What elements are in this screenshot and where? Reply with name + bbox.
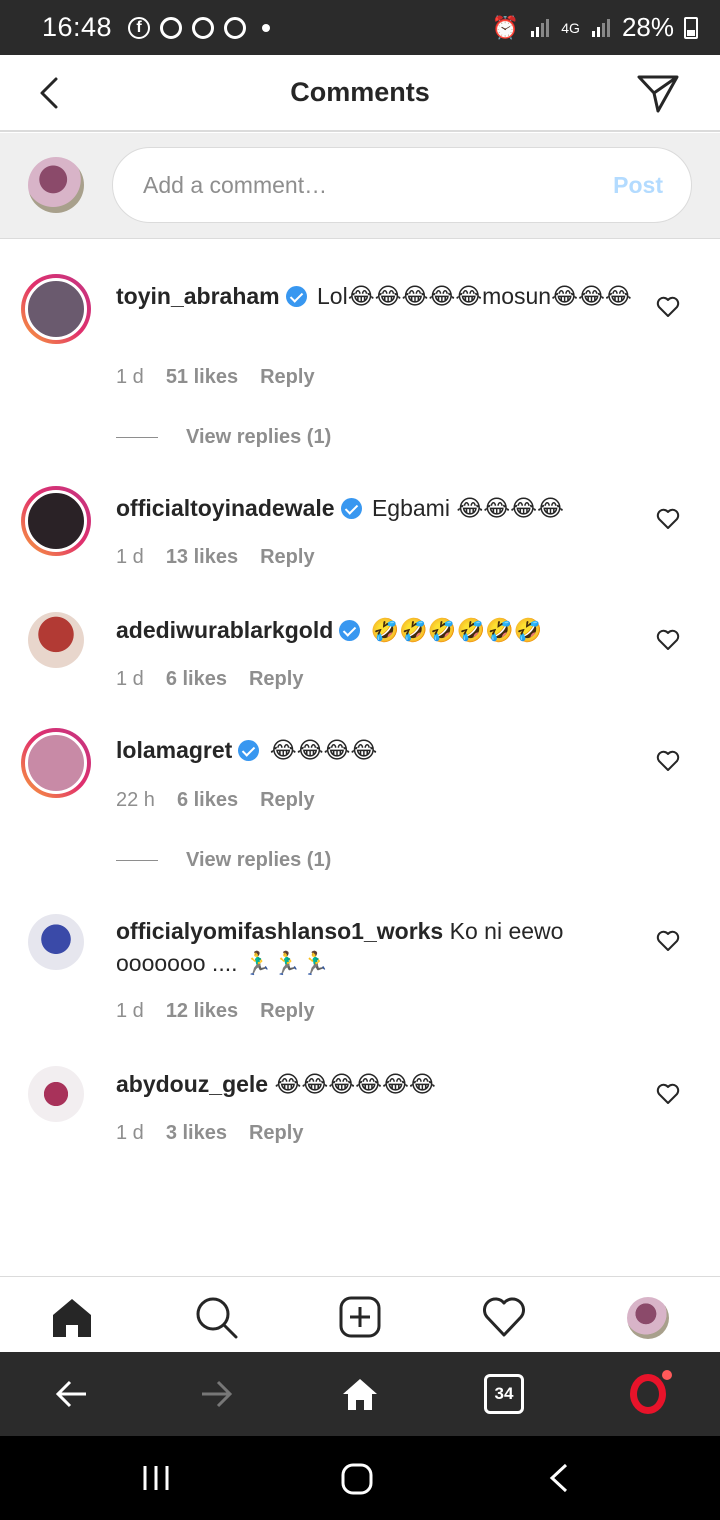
comment-meta: 22 h 6 likes Reply (116, 789, 315, 812)
view-replies-button[interactable]: View replies (1) (116, 426, 331, 449)
comment-input[interactable] (143, 171, 614, 199)
network-type: 4G (561, 19, 580, 36)
header: Comments (0, 55, 720, 132)
comment-text: abydouz_gele 😂😂😂😂😂😂 (116, 1071, 436, 1097)
heart-icon[interactable] (656, 629, 680, 651)
profile-avatar[interactable] (627, 1297, 669, 1339)
browser-forward-icon[interactable] (196, 1374, 236, 1414)
battery-icon (684, 16, 698, 39)
comment-time: 1 d (116, 546, 144, 568)
verified-badge-icon (339, 620, 361, 641)
comment-meta: 1 d 6 likes Reply (116, 668, 303, 691)
verified-badge-icon (285, 286, 307, 307)
direct-send-icon[interactable] (636, 73, 680, 115)
comment-text: lolamagret 😂😂😂😂 (116, 737, 378, 763)
reply-button[interactable]: Reply (260, 789, 314, 812)
back-arrow-icon[interactable] (32, 75, 68, 111)
reply-button[interactable]: Reply (249, 668, 303, 691)
username[interactable]: adediwurablarkgold (116, 617, 333, 643)
comment-meta: 1 d 51 likes Reply (116, 366, 315, 389)
username[interactable]: officialyomifashlanso1_works (116, 918, 443, 944)
comment-time: 1 d (116, 1122, 144, 1144)
browser-home-icon[interactable] (340, 1374, 380, 1414)
opera-icon (224, 16, 247, 39)
activity-heart-icon[interactable] (482, 1295, 526, 1339)
recent-apps-icon[interactable] (140, 1462, 172, 1494)
divider (116, 437, 158, 438)
heart-icon[interactable] (656, 508, 680, 530)
verified-badge-icon (340, 498, 362, 519)
notification-dot (662, 1370, 672, 1380)
like-count[interactable]: 13 likes (166, 546, 238, 569)
signal-icon (531, 18, 550, 37)
system-icons: ⏰ 4G 28% (492, 12, 698, 43)
username[interactable]: abydouz_gele (116, 1071, 268, 1097)
browser-bar: 34 (0, 1352, 720, 1436)
avatar[interactable] (28, 612, 84, 668)
home-icon[interactable] (50, 1295, 94, 1339)
alarm-icon: ⏰ (491, 14, 520, 40)
browser-back-icon[interactable] (52, 1374, 92, 1414)
username[interactable]: lolamagret (116, 737, 232, 763)
heart-icon[interactable] (656, 1083, 680, 1105)
reply-button[interactable]: Reply (260, 1000, 314, 1023)
system-nav-bar (0, 1436, 720, 1520)
new-post-icon[interactable] (338, 1295, 382, 1339)
avatar[interactable] (21, 486, 91, 556)
page-title: Comments (290, 77, 430, 107)
like-count[interactable]: 6 likes (166, 668, 227, 691)
opera-menu-icon[interactable] (630, 1374, 666, 1414)
like-count[interactable]: 6 likes (177, 789, 238, 812)
status-bar: 16:48 f ⏰ 4G 28% (0, 0, 720, 55)
comment-field[interactable]: Post (112, 147, 692, 223)
divider (116, 860, 158, 861)
heart-icon[interactable] (656, 930, 680, 952)
post-button[interactable]: Post (613, 172, 663, 199)
avatar (28, 157, 84, 213)
tabs-button[interactable]: 34 (484, 1374, 524, 1414)
system-back-icon[interactable] (546, 1462, 574, 1494)
home-button-icon[interactable] (340, 1462, 374, 1496)
search-icon[interactable] (194, 1295, 238, 1339)
reply-button[interactable]: Reply (260, 546, 314, 569)
comment-time: 1 d (116, 1000, 144, 1022)
comment-time: 22 h (116, 789, 155, 811)
avatar[interactable] (21, 728, 91, 798)
comment-text: officialyomifashlanso1_works Ko ni eewo … (116, 918, 564, 976)
reply-button[interactable]: Reply (249, 1122, 303, 1145)
comment-composer: Post (0, 133, 720, 239)
signal-icon (591, 18, 610, 37)
bottom-tab-bar (0, 1276, 720, 1352)
comment-meta: 1 d 13 likes Reply (116, 546, 315, 569)
tab-count: 34 (494, 1384, 514, 1403)
comment-text: adediwurablarkgold 🤣🤣🤣🤣🤣🤣 (116, 617, 543, 643)
comment-time: 1 d (116, 668, 144, 690)
username[interactable]: officialtoyinadewale (116, 495, 335, 521)
like-count[interactable]: 3 likes (166, 1122, 227, 1145)
username[interactable]: toyin_abraham (116, 283, 280, 309)
comment-text: toyin_abraham Lol😂😂😂😂😂mosun😂😂😂 (116, 283, 632, 309)
battery-percent: 28% (621, 12, 674, 42)
more-notifications-icon (262, 23, 271, 32)
view-replies-button[interactable]: View replies (1) (116, 849, 331, 872)
status-time: 16:48 (42, 12, 113, 42)
avatar[interactable] (28, 914, 84, 970)
heart-icon[interactable] (656, 296, 680, 318)
comment-time: 1 d (116, 366, 144, 388)
facebook-icon: f (128, 16, 151, 39)
comment-meta: 1 d 3 likes Reply (116, 1122, 303, 1145)
verified-badge-icon (238, 740, 260, 761)
like-count[interactable]: 12 likes (166, 1000, 238, 1023)
like-count[interactable]: 51 likes (166, 366, 238, 389)
comment-text: officialtoyinadewale Egbami 😂😂😂😂 (116, 495, 564, 521)
avatar[interactable] (21, 274, 91, 344)
avatar[interactable] (28, 1066, 84, 1122)
heart-icon[interactable] (656, 750, 680, 772)
comment-meta: 1 d 12 likes Reply (116, 1000, 315, 1023)
reply-button[interactable]: Reply (260, 366, 314, 389)
opera-icon (192, 16, 215, 39)
opera-icon (160, 16, 183, 39)
notification-icons: f (128, 16, 271, 39)
